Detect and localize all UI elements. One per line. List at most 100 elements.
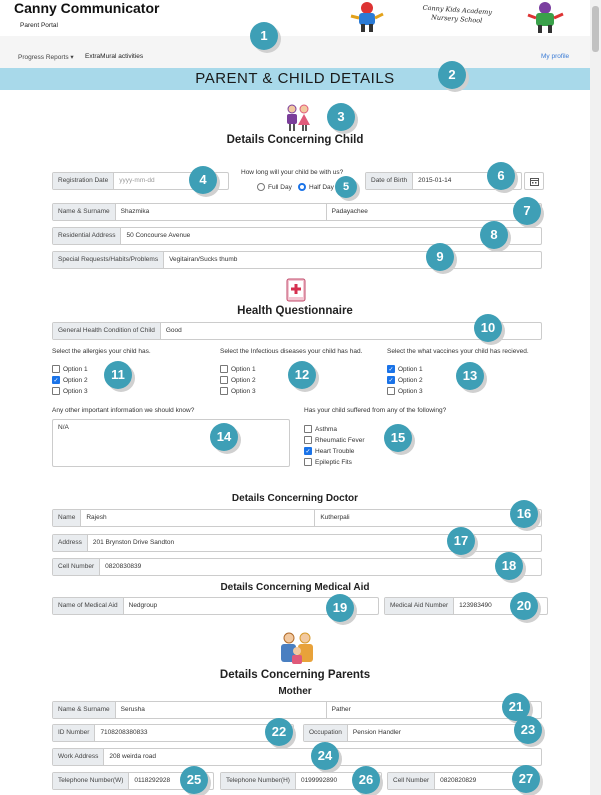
- doctor-address-label: Address: [53, 535, 88, 551]
- kid-figure-left-icon: [350, 2, 384, 32]
- mother-tel-w-label: Telephone Number(W): [53, 773, 130, 789]
- mother-id-field[interactable]: ID Number 7108208380833: [52, 724, 294, 742]
- child-heading: Details Concerning Child: [226, 134, 364, 146]
- mother-name-field[interactable]: Name & Surname Serusha Pather: [52, 701, 542, 719]
- other-info-question: Any other important information we shoul…: [52, 407, 195, 414]
- child-first-name-input[interactable]: Shazmika: [116, 204, 326, 220]
- doctor-name-field[interactable]: Name Rajesh Kutherpali: [52, 509, 542, 527]
- vaccine-option-2[interactable]: ✓ Option 2: [387, 376, 423, 384]
- page-banner: PARENT & CHILD DETAILS: [0, 68, 590, 90]
- condition-rheumatic-fever[interactable]: Rheumatic Fever: [304, 436, 365, 444]
- callout-badge: 6: [487, 162, 515, 190]
- condition-heart-trouble[interactable]: ✓ Heart Trouble: [304, 447, 354, 455]
- medical-aid-heading: Details Concerning Medical Aid: [220, 582, 370, 593]
- callout-badge: 17: [447, 527, 475, 555]
- callout-badge: 5: [335, 176, 357, 198]
- general-health-field[interactable]: General Health Condition of Child Good: [52, 322, 542, 340]
- allergies-question: Select the allergies your child has.: [52, 348, 151, 355]
- stay-question: How long will your child be with us?: [241, 169, 344, 176]
- app-title: Canny Communicator: [14, 0, 160, 16]
- callout-badge: 19: [326, 594, 354, 622]
- vaccine-option-3[interactable]: Option 3: [387, 387, 423, 395]
- callout-badge: 10: [474, 314, 502, 342]
- callout-badge: 2: [438, 61, 466, 89]
- residential-address-input[interactable]: 50 Concourse Avenue: [121, 228, 541, 244]
- half-day-radio[interactable]: Half Day: [298, 183, 334, 191]
- mother-first-name-input[interactable]: Serusha: [116, 702, 326, 718]
- full-day-radio[interactable]: Full Day: [257, 183, 292, 191]
- family-icon: [281, 632, 313, 664]
- condition-epileptic-fits[interactable]: Epileptic Fits: [304, 458, 352, 466]
- allergy-option-1[interactable]: Option 1: [52, 365, 88, 373]
- callout-badge: 22: [265, 718, 293, 746]
- general-health-label: General Health Condition of Child: [53, 323, 161, 339]
- kid-figure-right-icon: [527, 2, 564, 33]
- scrollbar-thumb[interactable]: [592, 6, 599, 52]
- registration-date-label: Registration Date: [53, 173, 115, 189]
- doctor-name-label: Name: [53, 510, 82, 526]
- doctor-surname-input[interactable]: Kutherpali: [314, 510, 541, 526]
- callout-badge: 13: [456, 362, 484, 390]
- callout-badge: 12: [288, 361, 316, 389]
- dob-label: Date of Birth: [366, 173, 414, 189]
- conditions-question: Has your child suffered from any of the …: [304, 407, 447, 414]
- infectious-question: Select the Infectious diseases your chil…: [220, 348, 363, 355]
- mother-id-label: ID Number: [53, 725, 96, 741]
- scrollbar[interactable]: [590, 0, 601, 795]
- infectious-option-3[interactable]: Option 3: [220, 387, 256, 395]
- child-surname-input[interactable]: Padayachee: [325, 204, 541, 220]
- infectious-option-1[interactable]: Option 1: [220, 365, 256, 373]
- callout-badge: 18: [495, 552, 523, 580]
- vaccine-option-1[interactable]: ✓ Option 1: [387, 365, 423, 373]
- child-name-label: Name & Surname: [53, 204, 116, 220]
- nav-extramural[interactable]: ExtraMural activities: [85, 53, 143, 60]
- mother-id-input[interactable]: 7108208380833: [95, 725, 293, 741]
- condition-asthma[interactable]: Asthma: [304, 425, 337, 433]
- doctor-cell-label: Cell Number: [53, 559, 101, 575]
- allergy-option-2[interactable]: ✓ Option 2: [52, 376, 88, 384]
- callout-badge: 24: [311, 742, 339, 770]
- mother-occupation-field[interactable]: Occupation Pension Handler: [303, 724, 542, 742]
- doctor-first-name-input[interactable]: Rajesh: [81, 510, 314, 526]
- nav-progress-reports[interactable]: Progress Reports ▾: [18, 53, 74, 61]
- parents-heading: Details Concerning Parents: [219, 669, 371, 681]
- residential-address-label: Residential Address: [53, 228, 122, 244]
- medical-aid-name-label: Name of Medical Aid: [53, 598, 124, 614]
- calendar-icon: [529, 177, 539, 186]
- callout-badge: 27: [512, 765, 540, 793]
- mother-work-address-field[interactable]: Work Address 208 weirda road: [52, 748, 542, 766]
- health-heading: Health Questionnaire: [237, 305, 353, 317]
- callout-badge: 25: [180, 766, 208, 794]
- special-requests-field[interactable]: Special Requests/Habits/Problems Vegitai…: [52, 251, 542, 269]
- callout-badge: 26: [352, 766, 380, 794]
- callout-badge: 9: [426, 243, 454, 271]
- special-requests-input[interactable]: Vegitairan/Sucks thumb: [164, 252, 541, 268]
- doctor-cell-field[interactable]: Cell Number 0820830839: [52, 558, 542, 576]
- callout-badge: 15: [384, 424, 412, 452]
- callout-badge: 3: [327, 103, 355, 131]
- doctor-heading: Details Concerning Doctor: [231, 493, 359, 504]
- nav-my-profile[interactable]: My profile: [541, 53, 569, 60]
- mother-tel-h-label: Telephone Number(H): [221, 773, 296, 789]
- calendar-button[interactable]: [524, 172, 544, 190]
- residential-address-field[interactable]: Residential Address 50 Concourse Avenue: [52, 227, 542, 245]
- infectious-option-2[interactable]: Option 2: [220, 376, 256, 384]
- mother-work-address-label: Work Address: [53, 749, 105, 765]
- doctor-cell-input[interactable]: 0820830839: [100, 559, 541, 575]
- callout-badge: 4: [189, 166, 217, 194]
- vaccines-question: Select the what vaccines your child has …: [387, 348, 529, 355]
- mother-name-label: Name & Surname: [53, 702, 116, 718]
- mother-cell-label: Cell Number: [388, 773, 436, 789]
- callout-badge: 8: [480, 221, 508, 249]
- special-requests-label: Special Requests/Habits/Problems: [53, 252, 165, 268]
- other-info-textarea[interactable]: N/A: [52, 419, 290, 467]
- school-logo: Canny Kids Academy Nursery School: [323, 0, 588, 35]
- mother-heading: Mother: [278, 686, 312, 697]
- callout-badge: 23: [514, 716, 542, 744]
- allergy-option-3[interactable]: Option 3: [52, 387, 88, 395]
- mother-occupation-label: Occupation: [304, 725, 348, 741]
- child-name-field[interactable]: Name & Surname Shazmika Padayachee: [52, 203, 542, 221]
- children-icon: [287, 104, 310, 131]
- mother-occupation-input[interactable]: Pension Handler: [348, 725, 541, 741]
- callout-badge: 7: [513, 197, 541, 225]
